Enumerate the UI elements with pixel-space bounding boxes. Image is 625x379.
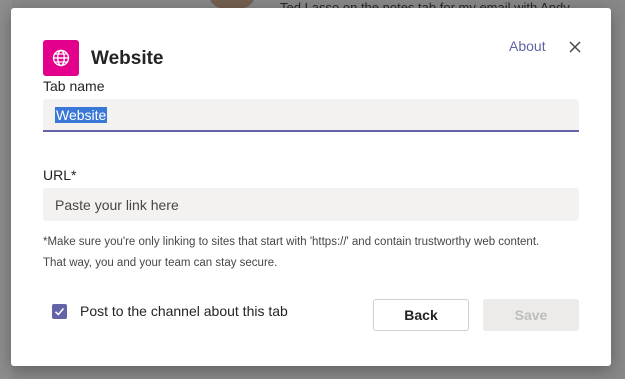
post-to-channel-checkbox[interactable] bbox=[52, 304, 67, 319]
tab-name-label: Tab name bbox=[43, 78, 105, 94]
security-note-line-2: That way, you and your team can stay sec… bbox=[43, 257, 278, 269]
dialog-title: Website bbox=[91, 48, 164, 69]
website-app-icon bbox=[43, 40, 79, 76]
save-button[interactable]: Save bbox=[483, 299, 579, 331]
url-label: URL* bbox=[43, 167, 77, 183]
close-icon bbox=[569, 41, 581, 53]
close-button[interactable] bbox=[565, 38, 585, 58]
checkmark-icon bbox=[54, 308, 65, 316]
security-note-line-1: *Make sure you're only linking to sites … bbox=[43, 236, 540, 248]
add-website-tab-dialog: Website About Tab name Website URL* *Mak… bbox=[11, 8, 611, 366]
tab-name-input[interactable]: Website bbox=[43, 99, 579, 132]
security-note: *Make sure you're only linking to sites … bbox=[43, 232, 583, 274]
back-button[interactable]: Back bbox=[373, 299, 469, 331]
about-link[interactable]: About bbox=[509, 38, 546, 54]
url-input[interactable] bbox=[43, 188, 579, 221]
globe-icon bbox=[52, 49, 70, 67]
post-to-channel-label: Post to the channel about this tab bbox=[80, 303, 288, 319]
tab-name-value: Website bbox=[55, 106, 108, 123]
